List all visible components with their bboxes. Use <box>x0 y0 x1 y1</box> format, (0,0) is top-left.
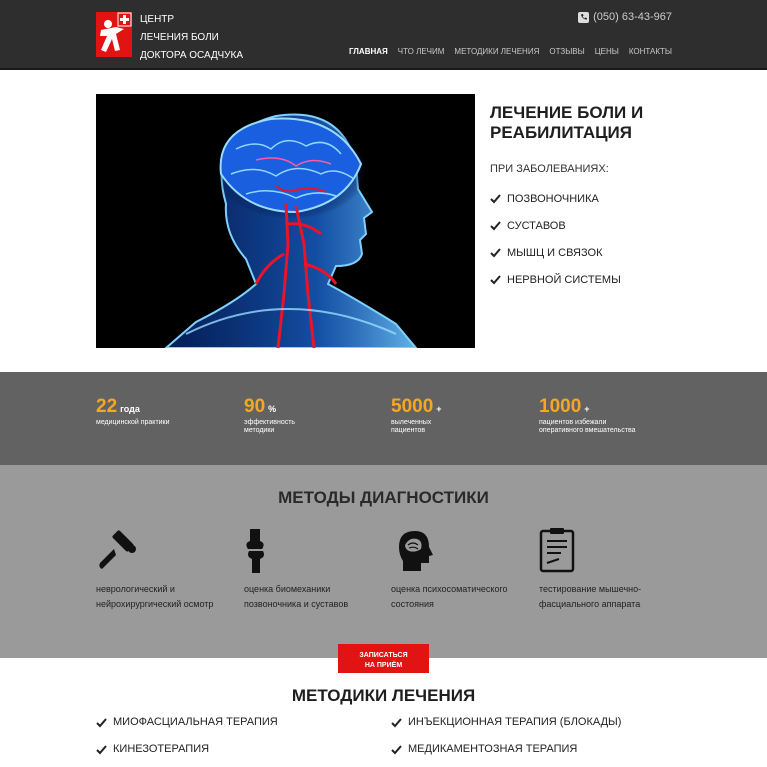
phone-number[interactable]: (050) 63-43-967 <box>578 11 672 23</box>
conditions-list: ПОЗВОНОЧНИКА СУСТАВОВ МЫШЦ И СВЯЗОК НЕРВ… <box>490 193 621 301</box>
main-nav: ГЛАВНАЯ ЧТО ЛЕЧИМ МЕТОДИКИ ЛЕЧЕНИЯ ОТЗЫВ… <box>349 47 672 56</box>
nav-item-prices[interactable]: ЦЕНЫ <box>595 47 619 56</box>
hero-brain-image <box>96 94 475 348</box>
stat-number: 90 <box>244 396 266 417</box>
brand-line-3: ДОКТОРА ОСАДЧУКА <box>140 50 243 61</box>
stat-unit: года <box>120 404 140 414</box>
condition-label: СУСТАВОВ <box>507 220 566 232</box>
check-icon <box>391 717 402 727</box>
diagnostic-item: тестирование мышечно-фасциального аппара… <box>539 527 664 612</box>
clipboard-icon <box>539 528 575 573</box>
nav-item-home[interactable]: ГЛАВНАЯ <box>349 47 388 56</box>
method-label: КИНЕЗОТЕРАПИЯ <box>113 743 210 755</box>
diagnostic-text: оценка психосоматического состояния <box>391 584 508 609</box>
method-item: МИОФАСЦИАЛЬНАЯ ТЕРАПИЯ <box>96 716 278 728</box>
check-icon <box>490 275 501 285</box>
book-appointment-button[interactable]: ЗАПИСАТЬСЯ НА ПРИЁМ <box>338 644 429 673</box>
stat-unit: + <box>436 404 442 414</box>
brand-line-2: ЛЕЧЕНИЯ БОЛИ <box>140 32 219 43</box>
method-item: МЕДИКАМЕНТОЗНАЯ ТЕРАПИЯ <box>391 743 577 755</box>
stat-number: 22 <box>96 396 118 417</box>
hero-title: ЛЕЧЕНИЕ БОЛИ И РЕАБИЛИТАЦИЯ <box>490 103 644 142</box>
phone-text: (050) 63-43-967 <box>593 11 672 23</box>
diagnostic-item: оценка биомеханики позвоночника и сустав… <box>244 527 369 612</box>
diagnostic-text: неврологический и нейрохирургический осм… <box>96 584 214 609</box>
brand-name[interactable]: ЦЕНТР ЛЕЧЕНИЯ БОЛИ ДОКТОРА ОСАДЧУКА <box>140 11 243 65</box>
list-item: СУСТАВОВ <box>490 220 621 247</box>
check-icon <box>490 221 501 231</box>
nav-item-methods[interactable]: МЕТОДИКИ ЛЕЧЕНИЯ <box>454 47 539 56</box>
stat-number: 1000 <box>539 396 582 417</box>
section-title: МЕТОДЫ ДИАГНОСТИКИ <box>278 488 489 507</box>
hero-subtitle: ПРИ ЗАБОЛЕВАНИЯХ: <box>490 163 609 175</box>
knee-joint-icon <box>246 529 264 573</box>
stats-section: 22 года медицинской практики 90% эффектив… <box>0 372 767 465</box>
method-label: ИНЪЕКЦИОННАЯ ТЕРАПИЯ (БЛОКАДЫ) <box>408 716 622 728</box>
list-item: НЕРВНОЙ СИСТЕМЫ <box>490 274 621 301</box>
stat-no-surgery: 1000 + пациентов избежали оперативного вм… <box>539 396 649 435</box>
stat-description: эффективность методики <box>244 419 296 434</box>
cta-line-2: НА ПРИЁМ <box>364 662 403 669</box>
check-icon <box>96 744 107 754</box>
condition-label: НЕРВНОЙ СИСТЕМЫ <box>507 274 621 286</box>
diagnostics-section: МЕТОДЫ ДИАГНОСТИКИ неврологический и ней… <box>0 465 767 658</box>
method-label: МИОФАСЦИАЛЬНАЯ ТЕРАПИЯ <box>113 716 278 728</box>
stat-description: медицинской практики <box>96 419 170 426</box>
site-header: ЦЕНТР ЛЕЧЕНИЯ БОЛИ ДОКТОРА ОСАДЧУКА (050… <box>0 0 767 70</box>
head-profile-icon <box>399 531 433 571</box>
diagnostic-item: оценка психосоматического состояния <box>391 527 516 612</box>
diagnostic-item: неврологический и нейрохирургический осм… <box>96 527 221 612</box>
phone-icon <box>578 11 590 23</box>
diagnostic-text: тестирование мышечно-фасциального аппара… <box>539 584 642 609</box>
section-title: МЕТОДИКИ ЛЕЧЕНИЯ <box>291 686 476 705</box>
stat-unit: % <box>268 404 277 414</box>
method-item: КИНЕЗОТЕРАПИЯ <box>96 743 209 755</box>
stat-description: пациентов избежали оперативного вмешател… <box>539 419 636 434</box>
list-item: ПОЗВОНОЧНИКА <box>490 193 621 220</box>
stat-efficiency: 90% эффективность методики <box>244 396 314 435</box>
brand-line-1: ЦЕНТР <box>140 14 175 25</box>
stat-unit: + <box>584 404 590 414</box>
check-icon <box>490 248 501 258</box>
stat-years: 22 года медицинской практики <box>96 396 216 427</box>
check-icon <box>96 717 107 727</box>
cta-line-1: ЗАПИСАТЬСЯ <box>359 652 408 659</box>
stat-description: вылеченных пациентов <box>391 419 432 434</box>
reflex-hammer-icon <box>99 530 136 569</box>
stat-patients: 5000 + вылеченных пациентов <box>391 396 451 435</box>
nav-item-contacts[interactable]: КОНТАКТЫ <box>629 47 672 56</box>
diagnostic-text: оценка биомеханики позвоночника и сустав… <box>244 584 349 609</box>
condition-label: МЫШЦ И СВЯЗОК <box>507 247 603 259</box>
method-item: ИНЪЕКЦИОННАЯ ТЕРАПИЯ (БЛОКАДЫ) <box>391 716 621 728</box>
method-label: МЕДИКАМЕНТОЗНАЯ ТЕРАПИЯ <box>408 743 578 755</box>
check-icon <box>490 194 501 204</box>
list-item: МЫШЦ И СВЯЗОК <box>490 247 621 274</box>
condition-label: ПОЗВОНОЧНИКА <box>507 193 599 205</box>
logo-icon[interactable] <box>96 12 132 57</box>
nav-item-what-we-treat[interactable]: ЧТО ЛЕЧИМ <box>398 47 445 56</box>
check-icon <box>391 744 402 754</box>
stat-number: 5000 <box>391 396 434 417</box>
nav-item-reviews[interactable]: ОТЗЫВЫ <box>549 47 584 56</box>
